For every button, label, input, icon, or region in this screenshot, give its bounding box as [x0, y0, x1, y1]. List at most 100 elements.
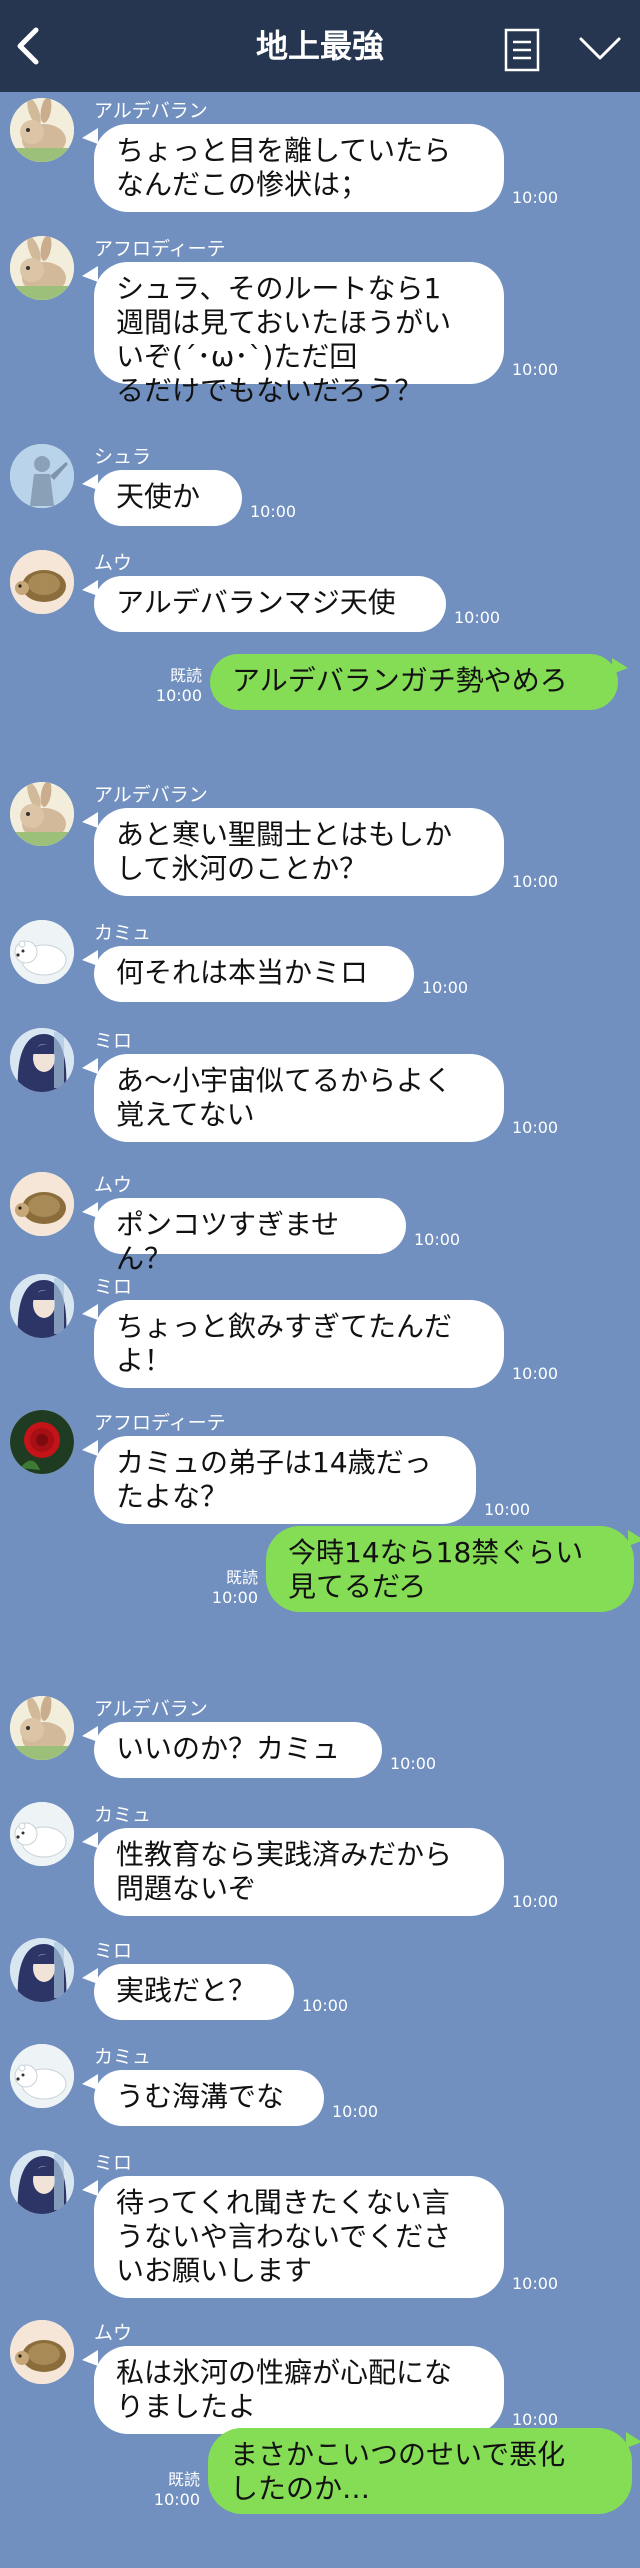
message-time: 10:00: [414, 1230, 461, 1249]
message-bubble[interactable]: ちょっと目を離していたら なんだこの惨状は；: [94, 124, 504, 212]
message-time: 10:00: [302, 1996, 349, 2015]
bubble-tail: [82, 1968, 98, 1984]
bubble-tail: [82, 1726, 98, 1742]
message-time: 10:00: [512, 1118, 559, 1137]
menu-toggle-button[interactable]: [578, 36, 622, 62]
bubble-tail: [82, 1832, 98, 1848]
sender-name: アフロディーテ: [94, 1412, 226, 1434]
message-bubble[interactable]: 性教育なら実践済みだから 問題ないぞ: [94, 1828, 504, 1916]
message-time: 10:00: [422, 978, 469, 997]
my-message-bubble[interactable]: 今時14なら18禁ぐらい 見てるだろ: [266, 1526, 634, 1612]
message-bubble[interactable]: 私は氷河の性癖が心配にな りましたよ: [94, 2346, 504, 2434]
sender-name: ムウ: [94, 2322, 133, 2344]
read-label: 既読: [167, 2470, 200, 2489]
read-receipt: 既読 10:00: [140, 666, 202, 706]
my-message-bubble[interactable]: アルデバランガチ勢やめろ: [210, 654, 618, 710]
sender-avatar[interactable]: [10, 1938, 74, 2002]
message-bubble[interactable]: あと寒い聖闘士とはもしか して氷河のことか？: [94, 808, 504, 896]
bubble-tail: [82, 1202, 98, 1218]
sender-avatar[interactable]: [10, 1028, 74, 1092]
sender-name: ムウ: [94, 552, 133, 574]
sender-name: ミロ: [94, 1940, 133, 1962]
message-bubble[interactable]: アルデバランマジ天使: [94, 576, 446, 632]
sender-avatar[interactable]: [10, 1696, 74, 1760]
sender-avatar[interactable]: [10, 1274, 74, 1338]
girl-avatar-image: [10, 1938, 74, 2002]
message-time: 10:00: [512, 872, 559, 891]
bubble-tail: [82, 580, 98, 596]
message-time: 10:00: [512, 2410, 559, 2429]
read-receipt: 既読 10:00: [138, 2470, 200, 2510]
message-bubble[interactable]: うむ海溝でな: [94, 2070, 324, 2126]
sender-avatar[interactable]: [10, 444, 74, 508]
message-time: 10:00: [390, 1754, 437, 1773]
message-bubble[interactable]: 実践だと？: [94, 1964, 294, 2020]
note-button[interactable]: [504, 28, 540, 72]
sender-name: カミュ: [94, 1804, 152, 1826]
sender-name: ミロ: [94, 1276, 133, 1298]
message-time: 10:00: [332, 2102, 379, 2121]
bubble-tail: [82, 1058, 98, 1074]
sender-avatar[interactable]: [10, 98, 74, 162]
rabbit-avatar-image: [10, 782, 74, 846]
bear-avatar-image: [10, 920, 74, 984]
sender-avatar[interactable]: [10, 550, 74, 614]
sender-name: アフロディーテ: [94, 238, 226, 260]
bubble-tail: [626, 2432, 640, 2448]
sender-avatar[interactable]: [10, 236, 74, 300]
girl-avatar-image: [10, 1028, 74, 1092]
sender-name: ミロ: [94, 1030, 133, 1052]
sender-name: アルデバラン: [94, 784, 208, 806]
message-time: 10:00: [211, 1588, 258, 1607]
message-bubble[interactable]: 何それは本当かミロ: [94, 946, 414, 1002]
bubble-tail: [82, 1440, 98, 1456]
message-time: 10:00: [153, 2490, 200, 2509]
message-bubble[interactable]: ポンコツすぎません？: [94, 1198, 406, 1275]
bubble-tail: [82, 950, 98, 966]
sender-avatar[interactable]: [10, 1172, 74, 1236]
my-message-bubble[interactable]: まさかこいつのせいで悪化 したのか…: [208, 2428, 632, 2514]
message-time: 10:00: [512, 1364, 559, 1383]
bubble-tail: [82, 2350, 98, 2366]
rabbit-avatar-image: [10, 1696, 74, 1760]
sender-name: カミュ: [94, 922, 152, 944]
sender-avatar[interactable]: [10, 1410, 74, 1474]
message-bubble[interactable]: ちょっと飲みすぎてたんだ よ！: [94, 1300, 504, 1388]
turtle-avatar-image: [10, 550, 74, 614]
rose-avatar-image: [10, 1410, 74, 1474]
sender-avatar[interactable]: [10, 2320, 74, 2384]
bubble-tail: [82, 1304, 98, 1320]
bubble-tail: [628, 1530, 640, 1546]
sender-avatar[interactable]: [10, 2044, 74, 2108]
message-time: 10:00: [512, 360, 559, 379]
bubble-tail: [82, 128, 98, 144]
message-bubble[interactable]: いいのか？カミュ: [94, 1722, 382, 1778]
bubble-tail: [82, 474, 98, 490]
bubble-tail: [82, 812, 98, 828]
message-bubble[interactable]: 天使か: [94, 470, 242, 526]
sender-avatar[interactable]: [10, 2150, 74, 2214]
message-bubble[interactable]: あ〜小宇宙似てるからよく 覚えてない: [94, 1054, 504, 1142]
message-bubble[interactable]: カミュの弟子は14歳だっ たよな？: [94, 1436, 476, 1524]
sender-name: アルデバラン: [94, 1698, 208, 1720]
sender-name: シュラ: [94, 446, 152, 468]
rabbit-avatar-image: [10, 236, 74, 300]
message-time: 10:00: [484, 1500, 531, 1519]
bear-avatar-image: [10, 1802, 74, 1866]
read-label: 既読: [169, 666, 202, 685]
note-icon: [504, 28, 540, 72]
sender-avatar[interactable]: [10, 782, 74, 846]
chat-title: 地上最強: [255, 27, 384, 65]
sender-avatar[interactable]: [10, 920, 74, 984]
message-time: 10:00: [512, 2274, 559, 2293]
sender-name: アルデバラン: [94, 100, 208, 122]
sender-name: ミロ: [94, 2152, 133, 2174]
message-list[interactable]: アルデバラン ちょっと目を離していたら なんだこの惨状は； 10:00 アフロディーテ…: [0, 92, 640, 2568]
message-time: 10:00: [454, 608, 501, 627]
turtle-avatar-image: [10, 1172, 74, 1236]
sender-avatar[interactable]: [10, 1802, 74, 1866]
message-bubble[interactable]: シュラ、そのルートなら1 週間は見ておいたほうがい いぞ(´･ω･`)ただ回 る…: [94, 262, 504, 407]
bubble-tail: [82, 2180, 98, 2196]
message-bubble[interactable]: 待ってくれ聞きたくない言 うないや言わないでくださ いお願いします: [94, 2176, 504, 2298]
chat-header: 地上最強: [0, 0, 640, 92]
